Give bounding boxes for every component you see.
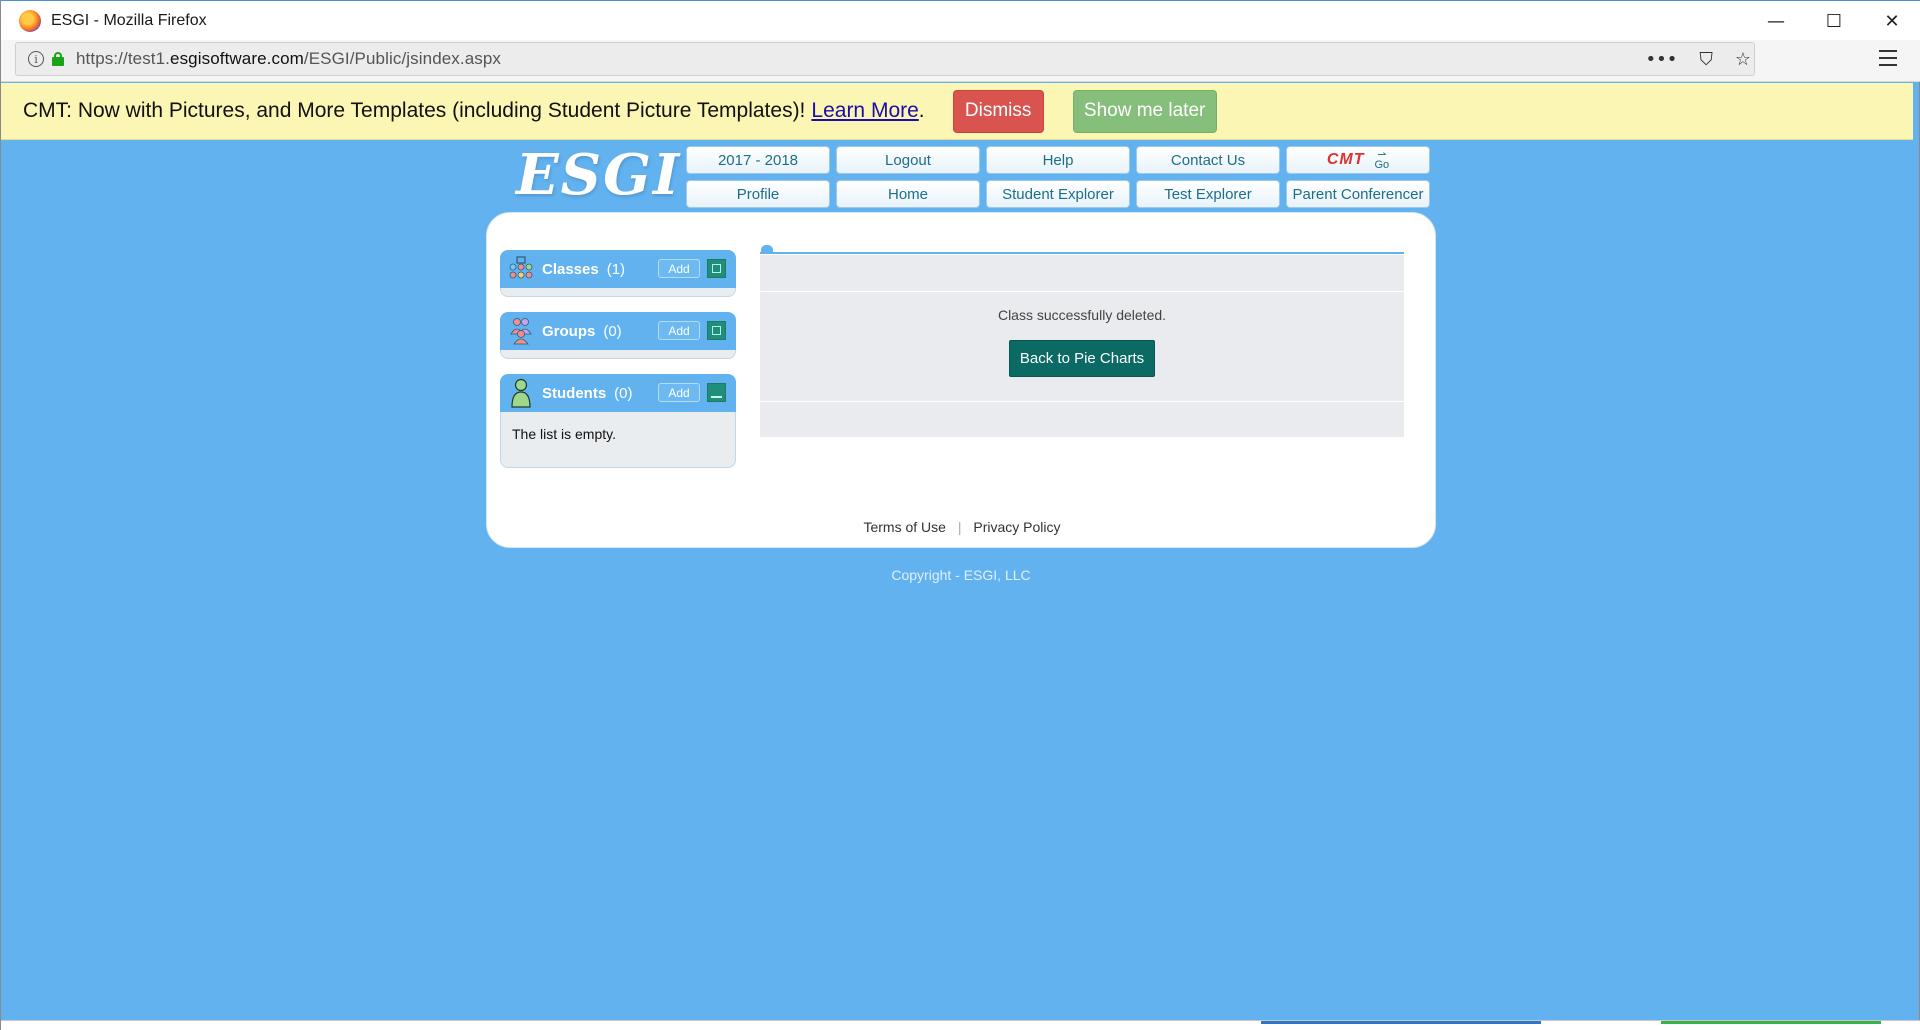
status-message: Class successfully deleted.	[997, 307, 1167, 323]
collapse-students-icon[interactable]	[707, 383, 726, 402]
taskbar-indicator-blue	[1261, 1021, 1541, 1024]
navigation-bar: i https://test1.esgisoftware.com/ESGI/Pu…	[1, 40, 1920, 82]
nav-test-explorer[interactable]: Test Explorer	[1136, 180, 1280, 208]
dismiss-button[interactable]: Dismiss	[952, 89, 1044, 133]
groups-label: Groups	[542, 322, 596, 340]
nav-student-explorer[interactable]: Student Explorer	[986, 180, 1130, 208]
top-navigation: 2017 - 2018 Logout Help Contact Us CMT ⇀…	[686, 146, 1431, 214]
banner-period: .	[918, 99, 925, 122]
content-footer-strip	[760, 402, 1404, 437]
students-count: (0)	[614, 384, 633, 402]
taskbar-strip	[1, 1020, 1920, 1030]
url-text[interactable]: https://test1.esgisoftware.com/ESGI/Publ…	[76, 49, 501, 69]
nav-cmt-go[interactable]: CMT ⇀ Go	[1286, 146, 1430, 174]
students-header[interactable]: Students (0) Add	[500, 374, 736, 412]
add-group-button[interactable]: Add	[658, 321, 700, 340]
privacy-policy-link[interactable]: Privacy Policy	[973, 519, 1060, 535]
address-bar[interactable]: i https://test1.esgisoftware.com/ESGI/Pu…	[15, 42, 1755, 76]
expand-classes-icon[interactable]	[707, 259, 726, 278]
firefox-icon	[19, 9, 41, 32]
top-nav-row-2: Profile Home Student Explorer Test Explo…	[686, 180, 1431, 208]
terms-of-use-link[interactable]: Terms of Use	[863, 519, 945, 535]
progress-bar	[760, 245, 1404, 254]
banner-message: CMT: Now with Pictures, and More Templat…	[23, 99, 806, 122]
nav-home[interactable]: Home	[836, 180, 980, 208]
window-title: ESGI - Mozilla Firefox	[51, 11, 207, 29]
groups-footer	[500, 350, 736, 359]
progress-knob	[761, 245, 773, 253]
title-bar: ESGI - Mozilla Firefox — ☐ ✕	[1, 0, 1920, 40]
groups-header[interactable]: Groups (0) Add	[500, 312, 736, 350]
maximize-icon[interactable]: ☐	[1805, 1, 1863, 41]
empty-list-message: The list is empty.	[512, 426, 616, 442]
student-icon	[506, 378, 536, 408]
lock-icon[interactable]	[52, 52, 64, 66]
taskbar-indicator-green	[1661, 1021, 1881, 1024]
site-info-icon[interactable]: i	[28, 51, 44, 67]
cmt-label: CMT	[1326, 151, 1365, 168]
content-header-strip	[760, 255, 1404, 292]
content-area: Class successfully deleted. Back to Pie …	[760, 245, 1404, 437]
nav-help[interactable]: Help	[986, 146, 1130, 174]
more-actions-icon[interactable]: •••	[1646, 49, 1678, 70]
students-label: Students	[542, 384, 607, 402]
classes-count: (1)	[606, 260, 626, 278]
pocket-icon[interactable]: ⛉	[1699, 49, 1713, 70]
browser-window: ESGI - Mozilla Firefox — ☐ ✕ i https://t…	[0, 0, 1920, 1030]
main-panel: Classes (1) Add Groups (0) Add Students …	[486, 212, 1436, 548]
classes-header[interactable]: Classes (1) Add	[500, 250, 736, 288]
classes-icon	[506, 254, 536, 284]
esgi-logo[interactable]: ESGI	[516, 142, 679, 208]
groups-section: Groups (0) Add	[500, 312, 736, 359]
minimize-icon[interactable]: —	[1747, 1, 1805, 41]
students-list: The list is empty.	[500, 412, 736, 468]
logo-text: ESGI	[516, 142, 682, 208]
top-nav-row-1: 2017 - 2018 Logout Help Contact Us CMT ⇀…	[686, 146, 1431, 174]
nav-logout[interactable]: Logout	[836, 146, 980, 174]
copyright-text: Copyright - ESGI, LLC	[891, 567, 1031, 583]
announcement-banner: CMT: Now with Pictures, and More Templat…	[1, 83, 1913, 140]
classes-label: Classes	[542, 260, 599, 278]
groups-count: (0)	[603, 322, 622, 340]
groups-icon	[506, 316, 536, 346]
classes-footer	[500, 288, 736, 297]
close-icon[interactable]: ✕	[1863, 1, 1920, 41]
nav-contact-us[interactable]: Contact Us	[1136, 146, 1280, 174]
footer-links: Terms of Use | Privacy Policy	[487, 519, 1437, 535]
classes-section: Classes (1) Add	[500, 250, 736, 297]
students-section: Students (0) Add The list is empty.	[500, 374, 736, 468]
urlbar-actions: ••• ⛉ ☆	[1646, 42, 1752, 76]
learn-more-link[interactable]: Learn More	[811, 99, 918, 123]
add-class-button[interactable]: Add	[658, 259, 700, 278]
nav-school-year[interactable]: 2017 - 2018	[686, 146, 830, 174]
cmt-go-icon: ⇀ Go	[1374, 149, 1390, 171]
bookmark-star-icon[interactable]: ☆	[1735, 49, 1751, 70]
back-to-pie-charts-button[interactable]: Back to Pie Charts	[1009, 340, 1155, 377]
add-student-button[interactable]: Add	[658, 383, 700, 402]
window-controls: — ☐ ✕	[1747, 1, 1920, 41]
nav-parent-conferencer[interactable]: Parent Conferencer	[1286, 180, 1430, 208]
hamburger-menu-icon[interactable]	[1879, 50, 1897, 66]
expand-groups-icon[interactable]	[707, 321, 726, 340]
status-message-box: Class successfully deleted. Back to Pie …	[760, 292, 1404, 402]
nav-profile[interactable]: Profile	[686, 180, 830, 208]
show-me-later-button[interactable]: Show me later	[1072, 89, 1217, 133]
footer-separator: |	[957, 519, 962, 535]
